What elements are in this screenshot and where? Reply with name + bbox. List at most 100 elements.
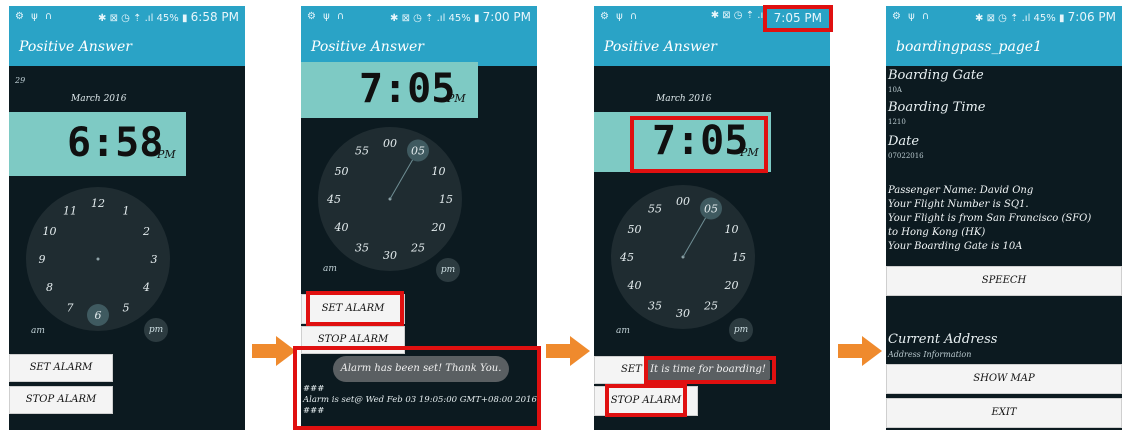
speech-button[interactable]: SPEECH: [886, 266, 1122, 296]
status-icons-right: ✱ ⊠ ◷ ⇡ .ıl 45% ▮ 7:06 PM: [975, 10, 1116, 24]
am-toggle[interactable]: am: [616, 326, 630, 336]
dial-number[interactable]: 35: [648, 299, 662, 312]
app-title: Positive Answer: [594, 28, 830, 66]
status-bar: ⚙ ψ ∩ ✱ ⊠ ◷ ⇡ .ıl 45% ▮ 7:00 PM: [301, 6, 537, 28]
dial-number[interactable]: 40: [627, 279, 642, 292]
highlight-time-display: [630, 116, 768, 173]
time-display-panel: 7:05 PM: [301, 62, 478, 118]
highlight-status-time: [763, 5, 833, 32]
dial-number[interactable]: 40: [334, 221, 349, 234]
dial-number[interactable]: 05: [411, 145, 425, 158]
dial-number[interactable]: 50: [628, 223, 642, 236]
dial-number[interactable]: 12: [91, 197, 105, 210]
current-address-label: Current Address: [888, 332, 998, 347]
dial-number[interactable]: 35: [355, 241, 369, 254]
dial-number[interactable]: 8: [46, 281, 53, 294]
boarding-gate-value: 10A: [888, 86, 902, 94]
dial-number[interactable]: 45: [619, 251, 634, 264]
month-header: March 2016: [656, 94, 712, 104]
screen-boarding-pass: ⚙ ψ ∩ ✱ ⊠ ◷ ⇡ .ıl 45% ▮ 7:06 PM boarding…: [886, 6, 1122, 430]
dial-number[interactable]: 20: [430, 221, 445, 234]
dial-number[interactable]: 11: [63, 205, 77, 218]
status-time: 7:06 PM: [1067, 10, 1116, 24]
status-indicators: ✱ ⊠ ◷ ⇡ .ıl 45% ▮: [390, 13, 480, 24]
dial-number[interactable]: 45: [326, 193, 341, 206]
minute-dial[interactable]: 00 05 10 15 20 25 30 35 40 45 50 55: [608, 182, 758, 332]
highlight-boarding-toast: [644, 356, 776, 384]
status-icons-left: ⚙ ψ ∩: [600, 11, 640, 22]
arrow-right-icon: [252, 336, 296, 366]
passenger-info-line: Your Boarding Gate is 10A: [888, 241, 1023, 252]
pm-toggle[interactable]: pm: [729, 318, 753, 342]
dial-number[interactable]: 15: [439, 193, 453, 206]
show-map-button[interactable]: SHOW MAP: [886, 364, 1122, 394]
app-title: Positive Answer: [301, 28, 537, 66]
arrow-right-icon: [838, 336, 882, 366]
dial-number[interactable]: 10: [724, 223, 738, 236]
am-toggle[interactable]: am: [323, 264, 337, 274]
passenger-info-line: Your Flight Number is SQ1.: [888, 199, 1029, 210]
status-icons-right: ✱ ⊠ ◷ ⇡ .ıl: [710, 10, 766, 21]
highlight-stop-alarm: [605, 384, 687, 417]
status-icons-left: ⚙ ψ ∩: [15, 11, 55, 22]
dial-number[interactable]: 5: [123, 301, 130, 314]
dial-number[interactable]: 00: [383, 137, 397, 150]
dial-number[interactable]: 15: [732, 251, 746, 264]
highlight-alarm-log: [293, 346, 541, 430]
passenger-info-line: Your Flight is from San Francisco (SFO): [888, 213, 1092, 224]
dial-number[interactable]: 7: [67, 301, 74, 314]
dial-number[interactable]: 3: [151, 253, 158, 266]
highlight-set-alarm: [306, 291, 404, 326]
dial-number[interactable]: 50: [335, 165, 349, 178]
dial-number[interactable]: 00: [676, 195, 690, 208]
status-icons-right: ✱ ⊠ ◷ ⇡ .ıl 45% ▮ 7:00 PM: [390, 10, 531, 24]
dial-number[interactable]: 30: [676, 307, 690, 320]
dial-number[interactable]: 10: [43, 225, 57, 238]
pm-toggle[interactable]: pm: [436, 258, 460, 282]
time-ampm: PM: [157, 148, 176, 161]
exit-button[interactable]: EXIT: [886, 398, 1122, 428]
clock-dial[interactable]: 12 12 3 45 6 7 8 9 10 11: [23, 184, 173, 334]
date-label: Date: [888, 134, 920, 149]
status-bar: ⚙ ψ ∩ ✱ ⊠ ◷ ⇡ .ıl 45% ▮ 6:58 PM: [9, 6, 245, 28]
time-display-panel: 6:58 PM: [9, 112, 186, 176]
time-display: 7:05: [359, 66, 456, 112]
date-value: 07022016: [888, 152, 924, 160]
app-title: boardingpass_page1: [886, 28, 1122, 66]
status-indicators: ✱ ⊠ ◷ ⇡ .ıl 45% ▮: [98, 13, 188, 24]
pm-toggle[interactable]: pm: [144, 318, 168, 342]
status-bar: ⚙ ψ ∩ ✱ ⊠ ◷ ⇡ .ıl 45% ▮ 7:06 PM: [886, 6, 1122, 28]
dial-number[interactable]: 9: [39, 253, 46, 266]
dial-number[interactable]: 2: [142, 225, 150, 238]
stop-alarm-button[interactable]: STOP ALARM: [9, 386, 113, 414]
boarding-time-label: Boarding Time: [888, 100, 986, 115]
dial-center: [96, 257, 100, 261]
screen-alarm-initial: ⚙ ψ ∩ ✱ ⊠ ◷ ⇡ .ıl 45% ▮ 6:58 PM Positive…: [9, 6, 245, 430]
dial-number[interactable]: 10: [431, 165, 445, 178]
dial-number[interactable]: 25: [410, 241, 425, 254]
status-icons-left: ⚙ ψ ∩: [892, 11, 932, 22]
app-title: Positive Answer: [9, 28, 245, 66]
status-icons-left: ⚙ ψ ∩: [307, 11, 347, 22]
dial-number[interactable]: 4: [142, 281, 150, 294]
minute-dial[interactable]: 00 05 10 15 20 25 30 35 40 45 50 55: [315, 124, 465, 274]
boarding-time-value: 1210: [888, 118, 906, 126]
dial-number[interactable]: 25: [703, 299, 718, 312]
arrow-right-icon: [546, 336, 590, 366]
dial-number[interactable]: 55: [355, 145, 369, 158]
dial-number[interactable]: 20: [723, 279, 738, 292]
am-toggle[interactable]: am: [31, 326, 45, 336]
time-display: 6:58: [67, 120, 164, 166]
passenger-info-line: to Hong Kong (HK): [888, 227, 986, 238]
small-label: 29: [15, 76, 26, 85]
set-alarm-button[interactable]: SET ALARM: [9, 354, 113, 382]
dial-number[interactable]: 55: [648, 203, 662, 216]
dial-number[interactable]: 1: [123, 205, 130, 218]
dial-number[interactable]: 05: [704, 203, 718, 216]
address-info-text: Address Information: [888, 350, 972, 359]
dial-number[interactable]: 30: [383, 249, 397, 262]
status-indicators: ✱ ⊠ ◷ ⇡ .ıl 45% ▮: [975, 13, 1065, 24]
month-header: March 2016: [71, 94, 127, 104]
dial-number[interactable]: 6: [95, 309, 102, 322]
time-ampm: PM: [447, 92, 466, 105]
